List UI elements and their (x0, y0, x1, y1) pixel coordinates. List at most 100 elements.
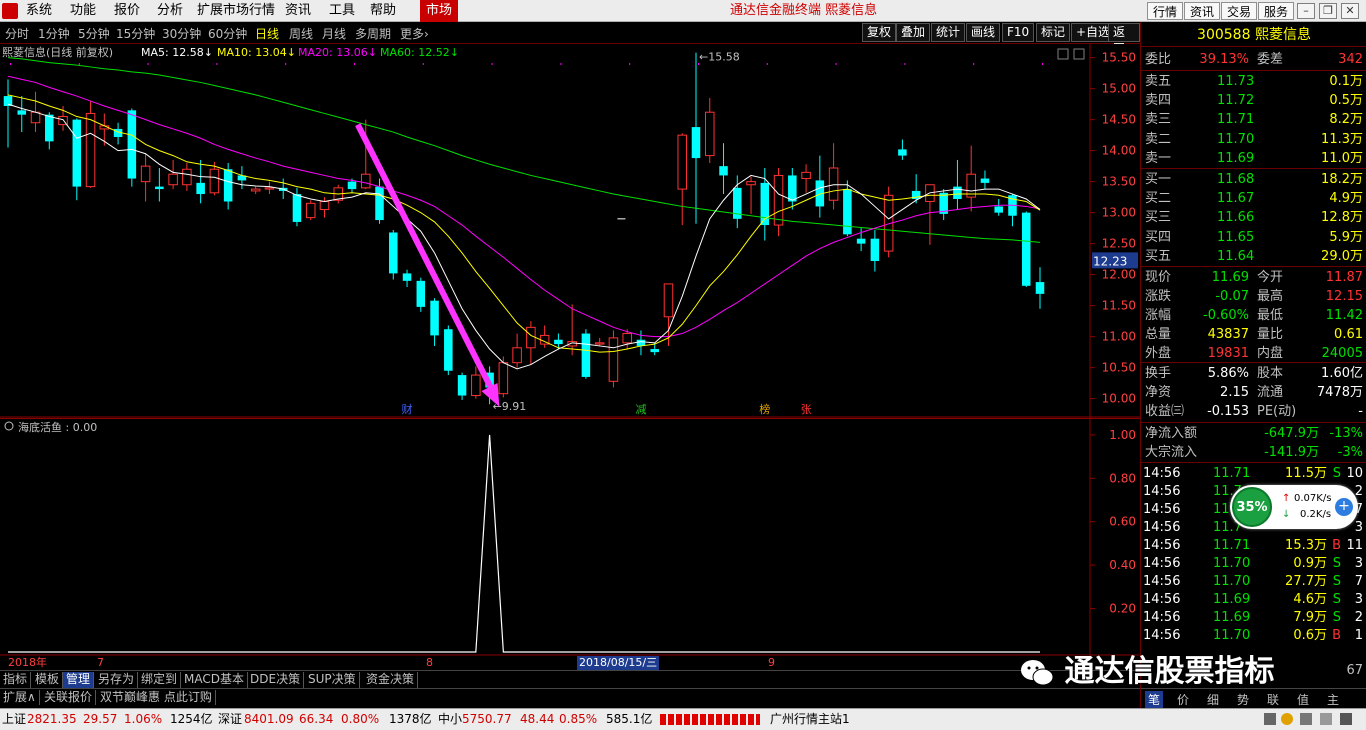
menu-ext-market[interactable]: 扩展市场行情 (197, 0, 275, 22)
settings-icon[interactable] (1300, 713, 1312, 725)
rtab-main[interactable]: 主 (1327, 691, 1339, 708)
flow-row: 大宗流入 -141.9万 -3% (1141, 443, 1366, 462)
stats-cell: 24005 (1321, 346, 1363, 361)
flow-cell: -13% (1329, 426, 1363, 441)
stats-row: 总量 43837 量比 0.61 (1141, 325, 1366, 344)
stats-cell: 最高 (1257, 289, 1284, 304)
market-button[interactable]: 市场 (420, 0, 459, 22)
menu-analysis[interactable]: 分析 (157, 0, 183, 22)
candle (389, 232, 398, 274)
stock-code-name[interactable]: 300588 熙菱信息 (1141, 22, 1366, 47)
y-tick-label: 14.50 (1102, 113, 1136, 127)
close-icon[interactable]: ✕ (1341, 3, 1359, 19)
menu-tools[interactable]: 工具 (329, 0, 355, 22)
mark-button[interactable]: 标记 (1036, 23, 1071, 42)
rtab-tick[interactable]: 笔 (1145, 691, 1164, 708)
menu-bar: 系统 功能 报价 分析 扩展市场行情 资讯 工具 帮助 市场 通达信金融终端 熙… (0, 0, 1366, 22)
tick-cell: 15.3万 (1285, 538, 1327, 553)
period-1min[interactable]: 1分钟 (38, 25, 70, 42)
tick-cell: 11.70 (1213, 556, 1251, 571)
tab-fund[interactable]: 资金决策 (363, 672, 419, 688)
tick-cell: S (1332, 556, 1341, 571)
y-tick-label: 14.00 (1102, 144, 1136, 158)
lock-icon[interactable] (1264, 713, 1276, 725)
tab-promo[interactable]: 双节巅峰惠 点此订购 (97, 690, 216, 705)
kline-chart[interactable]: 15.50 15.00 14.50 14.00 13.50 13.00 12.50 12.00… (0, 44, 1140, 418)
notify-icon[interactable] (1281, 713, 1293, 725)
book-volume: 11.0万 (1321, 150, 1363, 166)
tab-expand[interactable]: 扩展∧ (0, 690, 40, 705)
speed-percent: 35% (1232, 487, 1272, 527)
candle (305, 202, 316, 219)
menu-help[interactable]: 帮助 (370, 0, 396, 22)
tab-sup[interactable]: SUP决策 (305, 672, 360, 688)
add-icon[interactable]: + (1335, 498, 1353, 516)
zx-index: 5750.77 (462, 712, 512, 726)
rtab-trend[interactable]: 势 (1237, 691, 1249, 708)
book-level-label: 买三 (1145, 210, 1172, 226)
period-15min[interactable]: 15分钟 (116, 25, 155, 42)
wc-label: 委差 (1257, 52, 1284, 67)
service-button[interactable]: 服务 (1258, 2, 1295, 20)
restore-icon[interactable]: ❐ (1319, 3, 1337, 19)
candle (746, 181, 756, 186)
tab-macd[interactable]: MACD基本 (181, 672, 248, 688)
rtab-detail[interactable]: 细 (1207, 691, 1219, 708)
period-30min[interactable]: 30分钟 (162, 25, 201, 42)
menu-function[interactable]: 功能 (70, 0, 96, 22)
tab-manage[interactable]: 管理 (63, 672, 95, 688)
period-weekly[interactable]: 周线 (289, 25, 313, 42)
chart-stock-title: 熙菱信息(日线 前复权) (2, 46, 114, 59)
rtab-value[interactable]: 值 (1297, 691, 1309, 708)
period-intraday[interactable]: 分时 (5, 25, 29, 42)
period-5min[interactable]: 5分钟 (78, 25, 110, 42)
period-60min[interactable]: 60分钟 (208, 25, 247, 42)
minimize-icon[interactable]: – (1297, 3, 1315, 19)
stats2-cell: 2.15 (1220, 385, 1249, 400)
tab-save-as[interactable]: 另存为 (95, 672, 139, 688)
tick-cell: 14:56 (1143, 502, 1181, 517)
overlay-button[interactable]: 叠加 (896, 23, 931, 42)
quote-button[interactable]: 行情 (1147, 2, 1184, 20)
stats2-cell: 流通 (1257, 385, 1284, 400)
tab-dde[interactable]: DDE决策 (247, 672, 305, 688)
period-daily[interactable]: 日线 (255, 25, 279, 42)
y-tick-label: 13.00 (1102, 206, 1136, 220)
download-speed: 0.2K/s (1300, 509, 1332, 520)
candle (319, 200, 330, 211)
book-volume: 11.3万 (1321, 131, 1363, 147)
menu-news[interactable]: 资讯 (285, 0, 311, 22)
network-speed-widget[interactable]: 35% ↑ 0.07K/s ↓ 0.2K/s + (1230, 485, 1358, 529)
tab-indicator[interactable]: 指标 (0, 672, 32, 688)
tab-bind[interactable]: 绑定到 (138, 672, 182, 688)
candle (801, 171, 811, 180)
period-more[interactable]: 更多› (400, 25, 429, 42)
candle (704, 111, 715, 157)
network-icon[interactable] (1340, 713, 1352, 725)
server-name: 广州行情主站1 (770, 712, 850, 726)
download-arrow-icon: ↓ (1282, 509, 1291, 520)
market-breadth-bar (660, 714, 760, 725)
adjust-button[interactable]: 复权 (862, 23, 897, 42)
news-button[interactable]: 资讯 (1184, 2, 1221, 20)
period-monthly[interactable]: 月线 (322, 25, 346, 42)
period-multi[interactable]: 多周期 (355, 25, 391, 42)
stats-button[interactable]: 统计 (931, 23, 966, 42)
menu-system[interactable]: 系统 (26, 0, 52, 22)
candle (85, 112, 96, 188)
tab-template[interactable]: 模板 (32, 672, 64, 688)
back-button[interactable]: 返回 (1108, 23, 1140, 56)
tab-related-quote[interactable]: 关联报价 (41, 690, 97, 705)
rtab-link[interactable]: 联 (1267, 691, 1279, 708)
candle (773, 174, 784, 226)
sh-amount: 1254亿 (170, 712, 213, 726)
sound-icon[interactable] (1320, 713, 1332, 725)
draw-button[interactable]: 画线 (966, 23, 1001, 42)
indicator-chart[interactable]: 1.00 0.80 0.60 0.40 0.20 (0, 418, 1140, 656)
stats-cell: 11.42 (1325, 308, 1363, 323)
trade-button[interactable]: 交易 (1221, 2, 1258, 20)
menu-quote[interactable]: 报价 (114, 0, 140, 22)
rtab-price[interactable]: 价 (1177, 691, 1189, 708)
f10-button[interactable]: F10 (1002, 23, 1035, 42)
candle (856, 238, 866, 244)
